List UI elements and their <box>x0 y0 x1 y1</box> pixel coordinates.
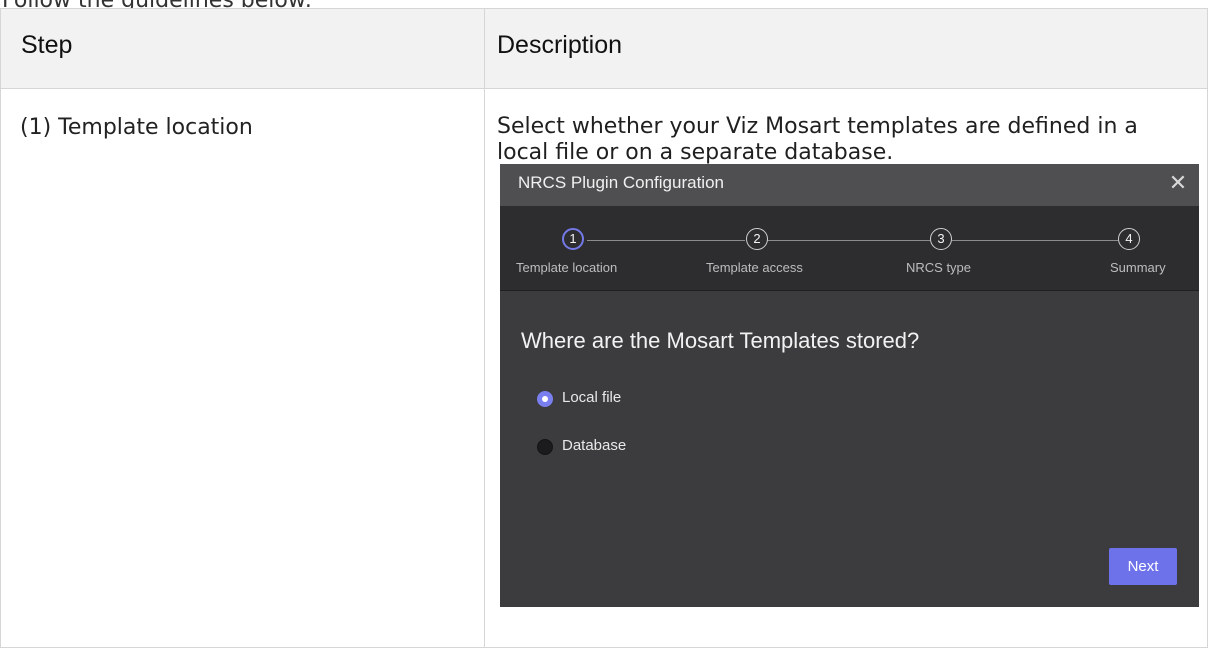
radio-local-file[interactable]: Local file <box>537 389 647 409</box>
storage-question: Where are the Mosart Templates stored? <box>521 328 920 353</box>
wizard-stepper: 1 2 3 4 Template location Template acces… <box>500 206 1199 291</box>
step-2-label: Template access <box>706 260 803 275</box>
radio-database[interactable]: Database <box>537 437 647 457</box>
step-3-label: NRCS type <box>906 260 972 275</box>
step-connector <box>587 240 745 241</box>
step-2-circle[interactable]: 2 <box>746 228 768 250</box>
table-header-row: Step Description <box>0 8 1208 89</box>
radio-local-file-label[interactable]: Local file <box>562 389 621 406</box>
nrcs-config-dialog: NRCS Plugin Configuration ✕ 1 2 3 4 Temp… <box>500 164 1199 607</box>
step-4-circle[interactable]: 4 <box>1118 228 1140 250</box>
step-1-circle[interactable]: 1 <box>562 228 584 250</box>
radio-unchecked-icon[interactable] <box>537 439 553 455</box>
step-1-label: Template location <box>516 260 618 275</box>
step-cell: (1) Template location <box>0 88 485 648</box>
radio-database-label[interactable]: Database <box>562 437 626 454</box>
dialog-title-bar: NRCS Plugin Configuration ✕ <box>500 164 1199 206</box>
radio-checked-icon[interactable] <box>537 391 553 407</box>
close-icon[interactable]: ✕ <box>1165 170 1191 196</box>
step-connector <box>767 240 930 241</box>
next-button[interactable]: Next <box>1109 548 1177 585</box>
step-3-circle[interactable]: 3 <box>930 228 952 250</box>
header-description: Description <box>484 8 1208 89</box>
step-4-label: Summary <box>1110 260 1166 275</box>
header-step: Step <box>0 8 485 89</box>
dialog-title: NRCS Plugin Configuration <box>518 173 724 192</box>
step-connector <box>952 240 1118 241</box>
description-text: Select whether your Viz Mosart templates… <box>497 114 1138 165</box>
